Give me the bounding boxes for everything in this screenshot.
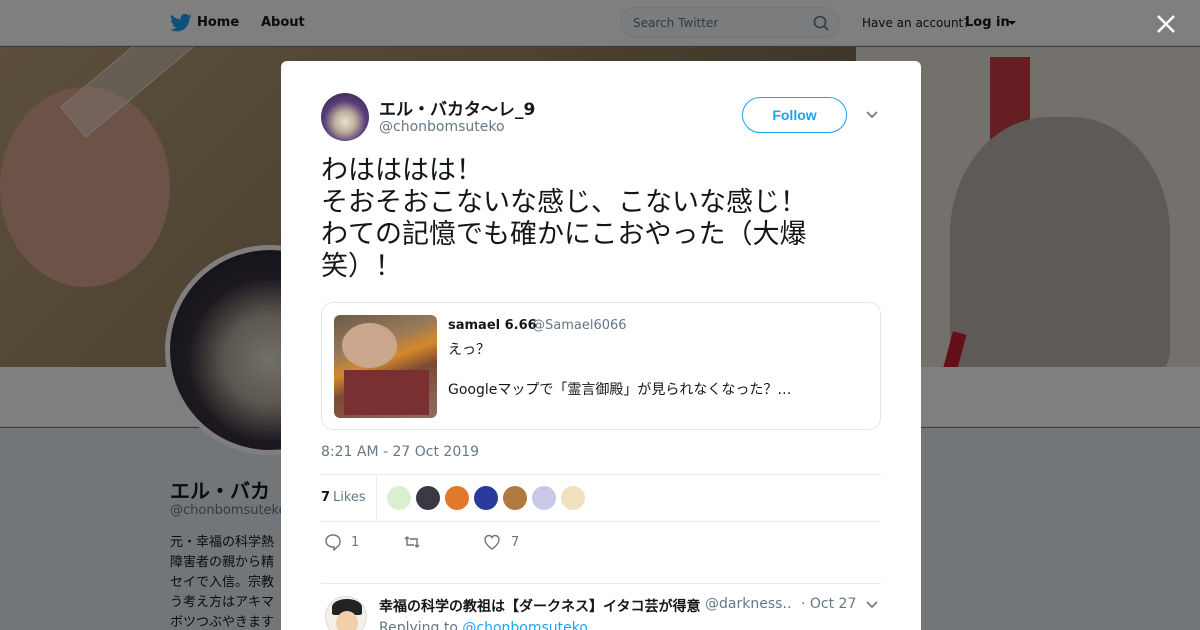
quoted-text-line-2: Googleマップで「霊言御殿」が見られなくなった？… <box>448 382 792 398</box>
follow-button[interactable]: Follow <box>742 97 847 133</box>
liker-avatar-2[interactable] <box>416 486 440 510</box>
reply-count: 1 <box>351 535 360 550</box>
tweet-timestamp: 8:21 AM - 27 Oct 2019 <box>321 444 480 460</box>
reply-date[interactable]: · Oct 27 <box>801 596 856 612</box>
liker-avatar-6[interactable] <box>532 486 556 510</box>
chevron-down-icon[interactable] <box>866 600 878 610</box>
liker-avatar-1[interactable] <box>387 486 411 510</box>
like-count: 7 <box>511 535 520 550</box>
author-avatar[interactable] <box>321 93 369 141</box>
author-handle[interactable]: @chonbomsuteko <box>379 119 505 135</box>
liker-avatar-4[interactable] <box>474 486 498 510</box>
reply-tweet[interactable]: 幸福の科学の教祖は【ダークネス】イタコ芸が得意 @darkness… · Oct… <box>321 583 881 630</box>
quoted-text-line-1: えっ？ <box>448 342 490 358</box>
reply-author-avatar[interactable] <box>325 596 367 630</box>
replying-to-label: Replying to <box>379 620 458 630</box>
likes-bar: 7 Likes <box>321 474 881 522</box>
reply-author-name[interactable]: 幸福の科学の教祖は【ダークネス】イタコ芸が得意 <box>379 596 700 616</box>
quoted-author-handle: @Samael6066 <box>532 318 627 333</box>
quoted-image-building <box>344 370 429 415</box>
author-name[interactable]: エル・バカタ～レ_9 <box>379 95 535 120</box>
liker-avatar-3[interactable] <box>445 486 469 510</box>
reply-avatar-face <box>336 611 358 630</box>
liker-avatar-5[interactable] <box>503 486 527 510</box>
likes-divider <box>376 475 377 521</box>
likes-count[interactable]: 7 <box>321 490 330 505</box>
tweet-actions: 1 7 <box>321 531 881 555</box>
tweet-text: わはははは！ そおそおこないな感じ、こないな感じ！ わての記憶でも確かにこおやっ… <box>321 155 807 282</box>
heart-icon[interactable] <box>483 533 501 551</box>
replying-to: Replying to @chonbomsuteko <box>379 620 588 630</box>
liker-avatar-7[interactable] <box>561 486 585 510</box>
reply-icon[interactable] <box>324 533 342 551</box>
quoted-tweet-image <box>334 315 437 418</box>
replying-to-handle[interactable]: @chonbomsuteko <box>462 620 588 630</box>
close-icon[interactable] <box>1154 12 1178 36</box>
chevron-down-icon[interactable] <box>866 110 878 120</box>
retweet-icon[interactable] <box>403 533 421 551</box>
likes-label[interactable]: Likes <box>333 490 366 505</box>
reply-author-handle[interactable]: @darkness… <box>705 596 791 612</box>
quoted-tweet[interactable]: samael 6.66 @Samael6066 えっ？ Googleマップで「霊… <box>321 302 881 430</box>
tweet-modal: エル・バカタ～レ_9 @chonbomsuteko Follow わはははは！ … <box>281 61 921 630</box>
quoted-author-name: samael 6.66 <box>448 318 537 333</box>
quoted-image-face <box>342 323 397 368</box>
